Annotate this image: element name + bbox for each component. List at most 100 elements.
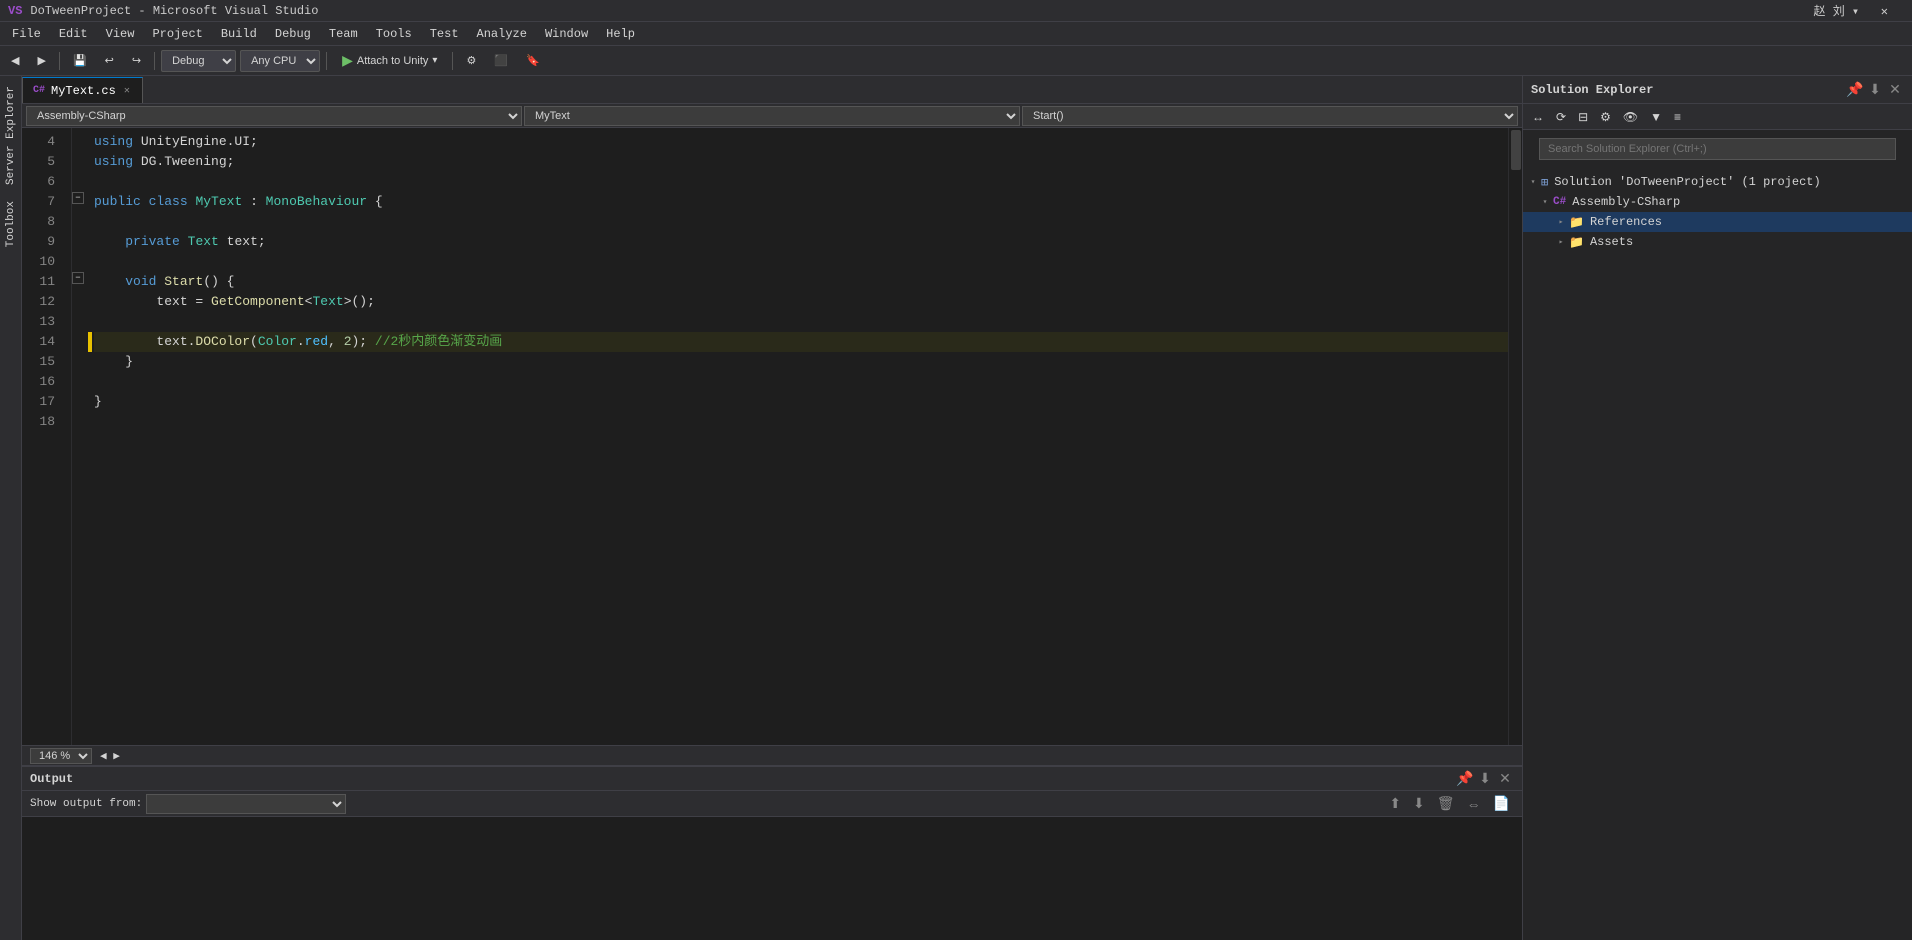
se-props-btn[interactable]: ⚙ xyxy=(1595,108,1616,126)
toolbox-tab[interactable]: Toolbox xyxy=(3,195,19,253)
attach-to-unity-button[interactable]: ▶ Attach to Unity ▾ xyxy=(333,49,446,72)
tab-icon: C# xyxy=(33,85,45,96)
menu-item-analyze[interactable]: Analyze xyxy=(469,25,535,43)
output-close-button[interactable]: ✕ xyxy=(1496,770,1514,788)
se-node-assets[interactable]: ▸📁Assets xyxy=(1523,232,1912,252)
nav-forward-button[interactable]: ▶ xyxy=(30,51,52,70)
save-all-button[interactable]: 💾 xyxy=(66,51,94,70)
se-sync-btn[interactable]: ↔ xyxy=(1527,108,1549,126)
code-line-13 xyxy=(94,312,1508,332)
line-number-9: 9 xyxy=(22,232,63,252)
se-refresh-btn[interactable]: ⟳ xyxy=(1551,108,1571,126)
fold-area-7: − xyxy=(72,188,86,208)
menu-item-view[interactable]: View xyxy=(98,25,143,43)
window-title: DoTweenProject - Microsoft Visual Studio xyxy=(30,4,318,18)
class-dropdown[interactable]: MyText xyxy=(524,106,1020,126)
se-filter-btn[interactable]: ▼ xyxy=(1645,108,1667,126)
fold-area-18 xyxy=(72,408,86,428)
solution-icon: ⊞ xyxy=(1541,175,1548,190)
config-dropdown[interactable]: Debug Release xyxy=(161,50,236,72)
fold-area-16 xyxy=(72,368,86,388)
fold-button-7[interactable]: − xyxy=(72,192,84,204)
toolbar-extra-2[interactable]: ⬛ xyxy=(487,51,515,70)
line-number-5: 5 xyxy=(22,152,63,172)
menu-item-file[interactable]: File xyxy=(4,25,49,43)
output-word-wrap-btn[interactable]: ⇔ xyxy=(1463,795,1485,813)
se-collapse-btn[interactable]: ⊟ xyxy=(1573,108,1593,126)
se-close-button[interactable]: ✕ xyxy=(1886,81,1904,99)
se-preview-btn[interactable]: 👁 xyxy=(1618,108,1643,126)
menu-item-window[interactable]: Window xyxy=(537,25,596,43)
output-scroll-down-btn[interactable]: ⬇ xyxy=(1409,794,1429,813)
server-explorer-tab[interactable]: Server Explorer xyxy=(3,80,19,191)
token: using xyxy=(94,132,133,152)
member-dropdown[interactable]: Start() xyxy=(1022,106,1518,126)
nav-back-button[interactable]: ◀ xyxy=(4,51,26,70)
toolbar-extra-1[interactable]: ⚙ xyxy=(459,51,483,70)
se-node-label: References xyxy=(1590,215,1662,229)
code-line-15: } xyxy=(94,352,1508,372)
output-header-controls: 📌 ⬇ ✕ xyxy=(1456,770,1514,788)
menu-item-project[interactable]: Project xyxy=(144,25,210,43)
token xyxy=(180,232,188,252)
code-line-17: } xyxy=(94,392,1508,412)
se-node-assembly-csharp[interactable]: ▾C#Assembly-CSharp xyxy=(1523,192,1912,212)
line-number-12: 12 xyxy=(22,292,63,312)
se-node-solution--dotweenproject---1-project-[interactable]: ▾⊞Solution 'DoTweenProject' (1 project) xyxy=(1523,172,1912,192)
output-clear-btn[interactable]: 🗑 xyxy=(1433,794,1459,813)
output-header: Output 📌 ⬇ ✕ xyxy=(22,767,1522,791)
output-scroll-up-btn[interactable]: ⬆ xyxy=(1385,794,1405,813)
toolbar-separator-3 xyxy=(326,52,327,70)
play-icon: ▶ xyxy=(342,52,353,69)
assembly-dropdown[interactable]: Assembly-CSharp xyxy=(26,106,522,126)
output-move-button[interactable]: ⬇ xyxy=(1476,770,1494,788)
output-pin-button[interactable]: 📌 xyxy=(1456,770,1474,788)
line-number-13: 13 xyxy=(22,312,63,332)
token: . xyxy=(297,332,305,352)
menu-item-help[interactable]: Help xyxy=(598,25,643,43)
token: ; xyxy=(258,232,266,252)
toolbar-extra-3[interactable]: 🔖 xyxy=(519,51,547,70)
line-number-4: 4 xyxy=(22,132,63,152)
zoom-dropdown[interactable]: 146 % 100 % 75 % xyxy=(30,748,92,764)
token xyxy=(156,272,164,292)
menu-item-test[interactable]: Test xyxy=(422,25,467,43)
se-search-input[interactable] xyxy=(1539,138,1896,160)
fold-button-11[interactable]: − xyxy=(72,272,84,284)
output-open-log-btn[interactable]: 📄 xyxy=(1489,794,1514,813)
se-tree: ▾⊞Solution 'DoTweenProject' (1 project)▾… xyxy=(1523,168,1912,940)
toolbar: ◀ ▶ 💾 ↩ ↪ Debug Release Any CPU x86 ▶ At… xyxy=(0,46,1912,76)
token: MonoBehaviour xyxy=(266,192,367,212)
code-editor[interactable]: 456789101112131415161718 −− using UnityE… xyxy=(22,128,1522,745)
menu-item-tools[interactable]: Tools xyxy=(368,25,420,43)
menu-item-team[interactable]: Team xyxy=(321,25,366,43)
output-source-dropdown[interactable]: Build Debug General xyxy=(146,794,346,814)
left-sidebar: Server Explorer Toolbox xyxy=(0,76,22,940)
platform-dropdown[interactable]: Any CPU x86 xyxy=(240,50,320,72)
fold-margin: −− xyxy=(72,128,86,745)
token: >(); xyxy=(344,292,375,312)
se-settings-btn[interactable]: ≡ xyxy=(1669,108,1686,126)
attach-label: Attach to Unity xyxy=(357,55,429,67)
se-pin-button[interactable]: 📌 xyxy=(1846,81,1864,99)
redo-button[interactable]: ↪ xyxy=(125,51,148,70)
code-content[interactable]: using UnityEngine.UI;using DG.Tweening;p… xyxy=(86,128,1508,745)
output-toolbar: Show output from: Build Debug General ⬆ … xyxy=(22,791,1522,817)
menu-item-debug[interactable]: Debug xyxy=(267,25,319,43)
zoom-bar: 146 % 100 % 75 % ◀ ▶ xyxy=(22,745,1522,765)
editor-tab-mytext[interactable]: C# MyText.cs ✕ xyxy=(22,77,143,103)
menu-item-build[interactable]: Build xyxy=(213,25,265,43)
fold-area-11: − xyxy=(72,268,86,288)
code-line-4: using UnityEngine.UI; xyxy=(94,132,1508,152)
se-move-button[interactable]: ⬇ xyxy=(1866,81,1884,99)
se-header: Solution Explorer 📌 ⬇ ✕ xyxy=(1523,76,1912,104)
undo-button[interactable]: ↩ xyxy=(98,51,121,70)
vertical-scrollbar[interactable] xyxy=(1508,128,1522,745)
line-number-17: 17 xyxy=(22,392,63,412)
token: GetComponent xyxy=(211,292,305,312)
se-node-references[interactable]: ▸📁References xyxy=(1523,212,1912,232)
tab-close-button[interactable]: ✕ xyxy=(122,84,132,98)
scrollbar-thumb[interactable] xyxy=(1511,130,1521,170)
output-content xyxy=(22,817,1522,940)
menu-item-edit[interactable]: Edit xyxy=(51,25,96,43)
